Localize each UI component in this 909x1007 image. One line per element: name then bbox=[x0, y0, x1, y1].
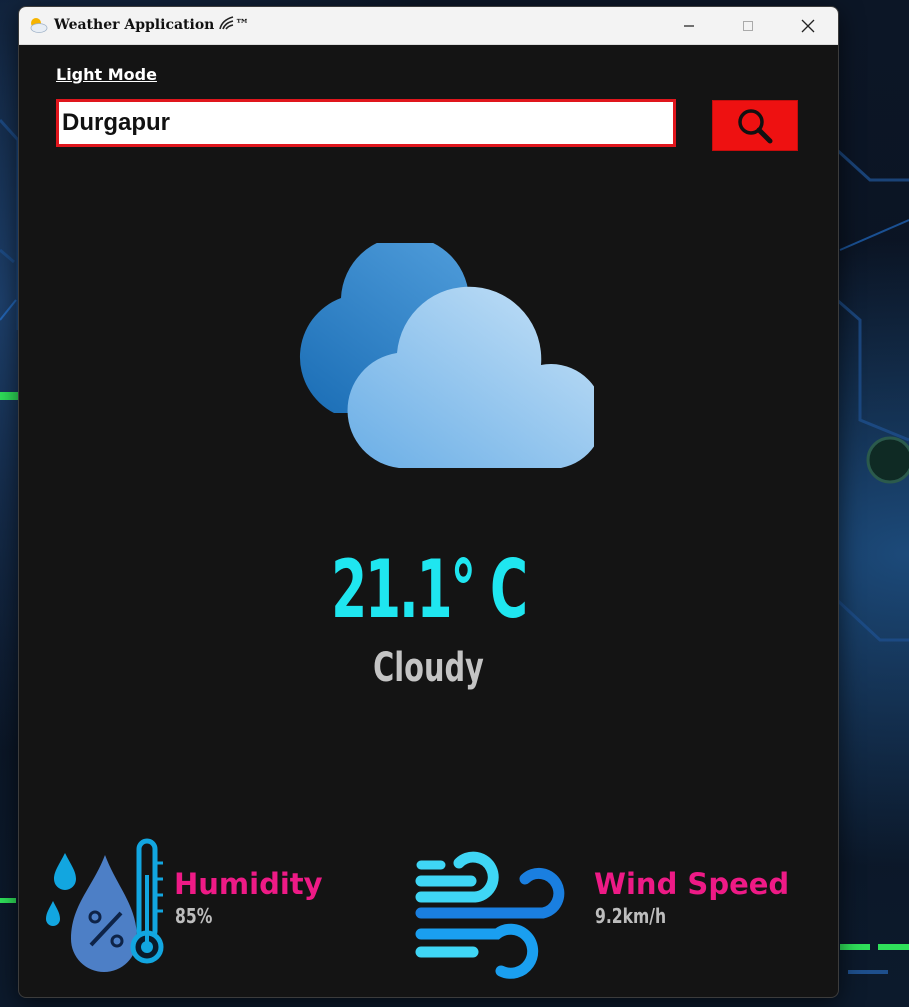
signal-icon bbox=[219, 16, 234, 30]
window-title: Weather Application ™ bbox=[54, 16, 250, 33]
wind-speed-title: Wind Speed bbox=[594, 867, 790, 901]
title-bar[interactable]: Weather Application ™ bbox=[19, 7, 838, 45]
search-button[interactable] bbox=[712, 100, 798, 151]
wind-icon bbox=[415, 851, 565, 979]
humidity-value: 85% bbox=[175, 904, 213, 928]
close-icon bbox=[801, 19, 815, 32]
humidity-icon bbox=[46, 838, 164, 972]
search-icon bbox=[738, 108, 773, 143]
minimize-button[interactable] bbox=[660, 7, 718, 44]
maximize-icon bbox=[743, 20, 753, 31]
maximize-button[interactable] bbox=[719, 7, 777, 44]
city-search-input[interactable] bbox=[59, 102, 673, 144]
sun-cloud-app-icon bbox=[30, 18, 48, 33]
title-trademark: ™ bbox=[235, 17, 250, 33]
app-window: Weather Application ™ Light Mode Durgapu… bbox=[18, 6, 839, 998]
close-button[interactable] bbox=[779, 7, 837, 44]
cloudy-icon bbox=[300, 243, 594, 468]
humidity-title: Humidity bbox=[174, 867, 323, 901]
temperature: 21.1° C bbox=[331, 543, 528, 636]
minimize-icon bbox=[684, 24, 694, 27]
light-mode-link[interactable]: Light Mode bbox=[56, 65, 157, 84]
wind-speed-value: 9.2km/h bbox=[595, 904, 667, 928]
weather-condition: Cloudy bbox=[373, 645, 484, 691]
search-box[interactable] bbox=[56, 99, 676, 147]
